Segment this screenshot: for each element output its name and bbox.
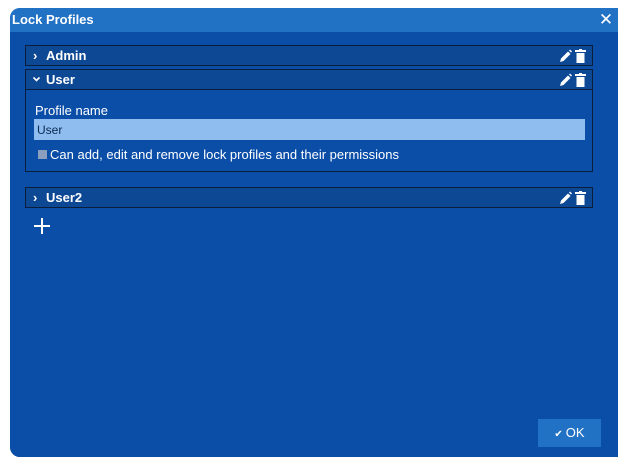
pencil-icon[interactable] (559, 49, 572, 63)
dialog-title: Lock Profiles (12, 12, 94, 27)
pencil-icon[interactable] (559, 73, 572, 87)
dialog-titlebar: Lock Profiles ✕ (10, 8, 618, 32)
profile-header-admin[interactable]: › Admin (25, 45, 593, 66)
chevron-right-icon: › (33, 190, 38, 205)
chevron-down-icon (33, 76, 40, 82)
trash-icon[interactable] (575, 191, 586, 205)
profile-name-label: User2 (46, 190, 83, 205)
profile-header-user2[interactable]: › User2 (25, 187, 593, 208)
add-profile-button[interactable] (34, 218, 50, 234)
profile-name-field-label: Profile name (35, 103, 108, 118)
dialog-content: › Admin User Profile name User Can add, … (10, 32, 618, 457)
profile-name-label: User (46, 72, 75, 87)
pencil-icon[interactable] (559, 191, 572, 205)
profile-name-input[interactable] (34, 119, 585, 140)
checkmark-icon: ✔ (554, 429, 563, 440)
profile-header-user[interactable]: User (25, 69, 593, 90)
ok-button[interactable]: ✔ OK (538, 419, 601, 447)
profile-name-label: Admin (46, 48, 87, 63)
lock-profiles-dialog: Lock Profiles ✕ › Admin User Profile nam… (10, 8, 618, 457)
permission-checkbox[interactable] (38, 150, 47, 159)
trash-icon[interactable] (575, 49, 586, 63)
close-icon[interactable]: ✕ (596, 9, 616, 31)
chevron-right-icon: › (33, 48, 38, 63)
profile-body-user: Profile name Can add, edit and remove lo… (25, 90, 593, 172)
permission-label: Can add, edit and remove lock profiles a… (50, 147, 400, 162)
trash-icon[interactable] (575, 73, 586, 87)
ok-button-label: OK (565, 425, 585, 440)
